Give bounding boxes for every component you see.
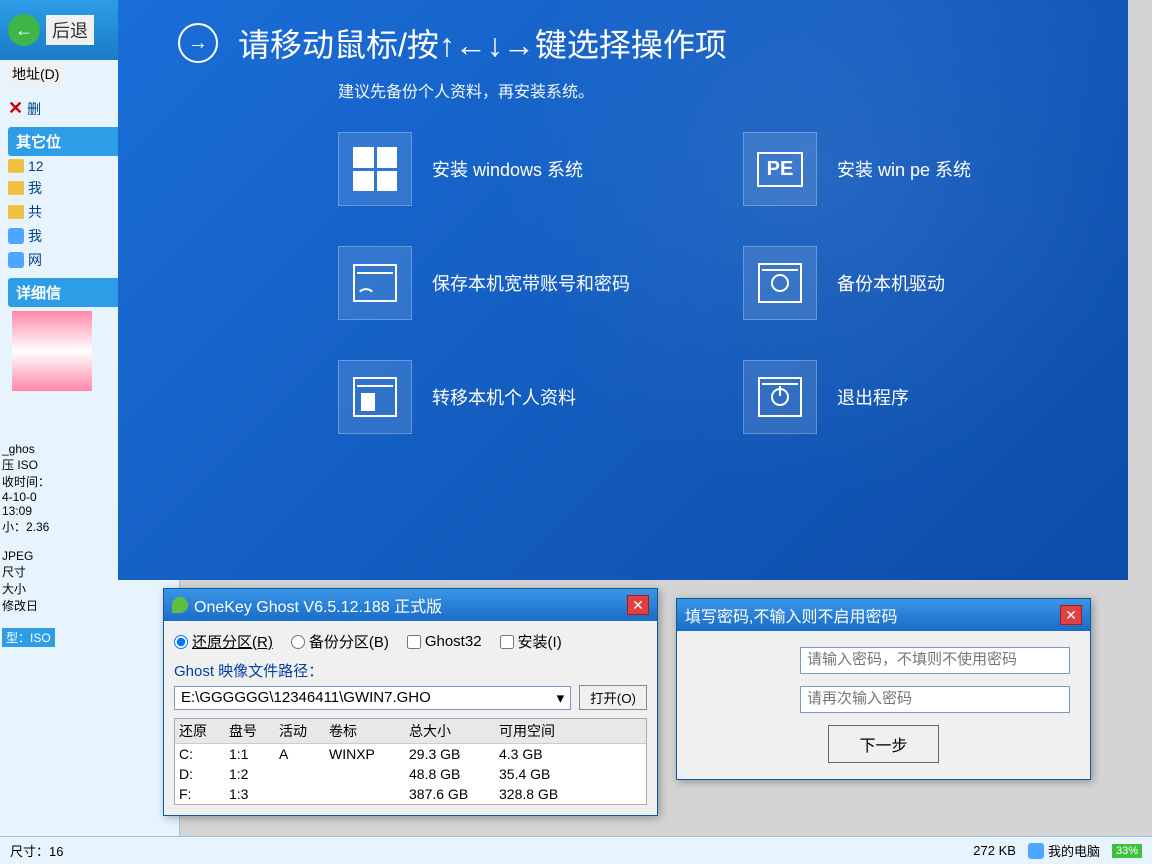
close-button[interactable]: ✕ — [627, 595, 649, 615]
tile-save-broadband[interactable]: 保存本机宽带账号和密码 — [338, 246, 663, 320]
preview-thumbnail — [12, 311, 92, 391]
tile-label: 转移本机个人资料 — [432, 384, 576, 410]
installer-panel: → 请移动鼠标/按↑←↓→键选择操作项 建议先备份个人资料，再安装系统。 安装 … — [118, 0, 1128, 580]
tile-exit[interactable]: 退出程序 — [743, 360, 1068, 434]
tile-install-windows[interactable]: 安装 windows 系统 — [338, 132, 663, 206]
document-icon — [338, 360, 412, 434]
table-row[interactable]: F: 1:3 387.6 GB 328.8 GB — [175, 784, 646, 804]
ghost-dialog: OneKey Ghost V6.5.12.188 正式版 ✕ 还原分区(R) 备… — [163, 588, 658, 816]
folder-icon — [8, 205, 24, 219]
iso-badge: 型：ISO — [2, 628, 55, 647]
power-icon — [743, 360, 817, 434]
table-row[interactable]: C: 1:1 A WINXP 29.3 GB 4.3 GB — [175, 744, 646, 764]
back-button[interactable]: ← — [8, 14, 40, 46]
path-row: E:\GGGGGG\12346411\GWIN7.GHO▾ 打开(O) — [174, 685, 647, 710]
status-computer: 我的电脑 — [1048, 841, 1100, 860]
open-button[interactable]: 打开(O) — [579, 685, 647, 710]
tile-label: 安装 windows 系统 — [432, 156, 583, 182]
password-input-2[interactable] — [800, 686, 1070, 713]
checkbox-install[interactable]: 安装(I) — [500, 631, 562, 652]
mode-row: 还原分区(R) 备份分区(B) Ghost32 安装(I) — [174, 631, 647, 652]
pwd-body: 下一步 — [677, 631, 1090, 779]
details-strip: _ghos 压 ISO 收时间： 4-10-0 13:09 小：2.36 JPE… — [0, 440, 60, 649]
chevron-down-icon: ▾ — [557, 689, 565, 707]
table-row[interactable]: D: 1:2 48.8 GB 35.4 GB — [175, 764, 646, 784]
percent-badge: 33% — [1112, 844, 1142, 858]
x-icon: ✕ — [8, 98, 23, 119]
table-header: 还原 盘号 活动 卷标 总大小 可用空间 — [175, 719, 646, 744]
checkbox-ghost32[interactable]: Ghost32 — [407, 633, 482, 650]
installer-title: 请移动鼠标/按↑←↓→键选择操作项 — [238, 20, 727, 66]
tile-grid: 安装 windows 系统 PE 安装 win pe 系统 保存本机宽带账号和密… — [338, 132, 1068, 434]
ghost-titlebar[interactable]: OneKey Ghost V6.5.12.188 正式版 ✕ — [164, 589, 657, 621]
radio-restore[interactable]: 还原分区(R) — [174, 631, 273, 652]
status-bar: 尺寸：16 272 KB 我的电脑 33% — [0, 836, 1152, 864]
computer-icon — [8, 228, 24, 244]
gear-icon — [743, 246, 817, 320]
ghost-title-text: OneKey Ghost V6.5.12.188 正式版 — [194, 593, 442, 617]
pe-icon: PE — [743, 132, 817, 206]
tile-transfer-data[interactable]: 转移本机个人资料 — [338, 360, 663, 434]
tile-label: 备份本机驱动 — [837, 270, 945, 296]
broadband-icon — [338, 246, 412, 320]
password-input-1[interactable] — [800, 647, 1070, 674]
pwd-titlebar[interactable]: 填写密码,不输入则不启用密码 ✕ — [677, 599, 1090, 631]
tile-backup-drivers[interactable]: 备份本机驱动 — [743, 246, 1068, 320]
app-icon — [172, 597, 188, 613]
radio-backup[interactable]: 备份分区(B) — [291, 631, 389, 652]
tile-label: 保存本机宽带账号和密码 — [432, 270, 630, 296]
windows-icon — [338, 132, 412, 206]
network-icon — [8, 252, 24, 268]
status-size: 272 KB — [973, 843, 1016, 858]
status-size-label: 尺寸：16 — [10, 841, 63, 860]
installer-subtitle: 建议先备份个人资料，再安装系统。 — [338, 78, 1068, 102]
tile-label: 退出程序 — [837, 384, 909, 410]
password-dialog: 填写密码,不输入则不启用密码 ✕ 下一步 — [676, 598, 1091, 780]
tile-install-winpe[interactable]: PE 安装 win pe 系统 — [743, 132, 1068, 206]
folder-icon — [8, 181, 24, 195]
path-label: Ghost 映像文件路径： — [174, 660, 647, 681]
computer-icon — [1028, 843, 1044, 859]
next-button[interactable]: 下一步 — [828, 725, 938, 763]
folder-icon — [8, 159, 24, 173]
partition-table: 还原 盘号 活动 卷标 总大小 可用空间 C: 1:1 A WINXP 29.3… — [174, 718, 647, 805]
close-button[interactable]: ✕ — [1060, 605, 1082, 625]
address-label: 地址(D) — [8, 64, 63, 84]
back-label: 后退 — [46, 15, 94, 45]
path-combo[interactable]: E:\GGGGGG\12346411\GWIN7.GHO▾ — [174, 686, 571, 710]
pwd-title-text: 填写密码,不输入则不启用密码 — [685, 603, 897, 627]
arrow-right-icon: → — [178, 23, 218, 63]
tile-label: 安装 win pe 系统 — [837, 156, 971, 182]
installer-header: → 请移动鼠标/按↑←↓→键选择操作项 — [178, 20, 1068, 66]
ghost-body: 还原分区(R) 备份分区(B) Ghost32 安装(I) Ghost 映像文件… — [164, 621, 657, 815]
